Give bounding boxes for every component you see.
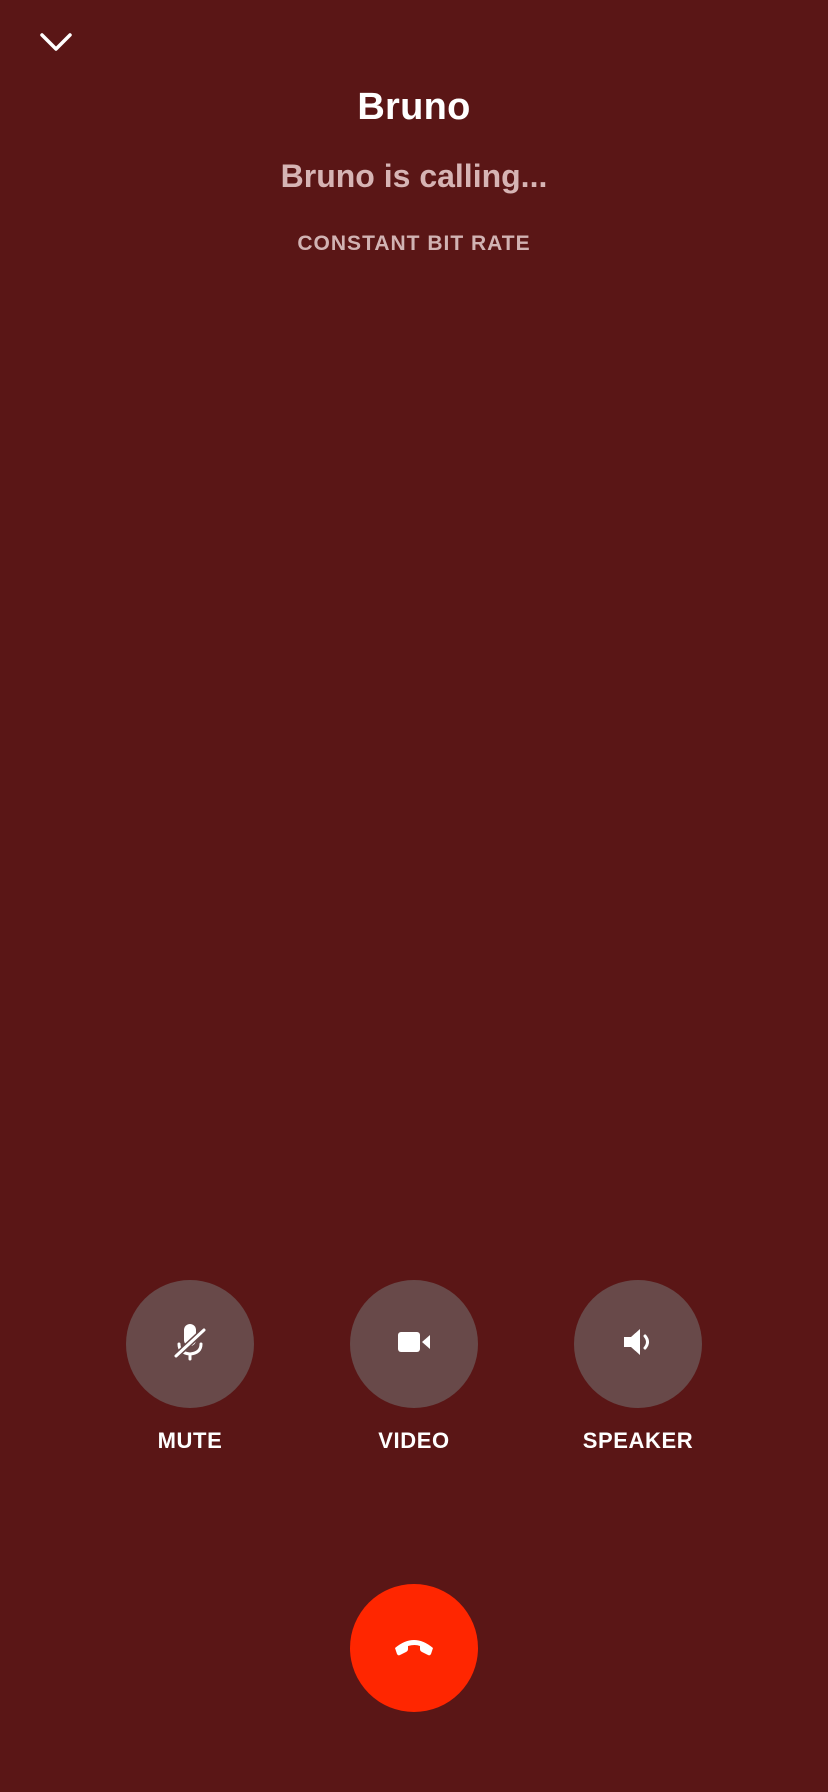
speaker-label: SPEAKER <box>582 1428 694 1453</box>
call-status: Bruno is calling... <box>280 158 548 194</box>
video-button[interactable] <box>350 1280 478 1408</box>
video-label: VIDEO <box>378 1428 450 1453</box>
speaker-control: SPEAKER <box>574 1280 702 1454</box>
video-camera-icon <box>394 1322 434 1367</box>
collapse-button[interactable] <box>30 22 82 66</box>
speaker-icon <box>618 1322 658 1367</box>
bitrate-label: CONSTANT BIT RATE <box>297 232 531 255</box>
mute-label: MUTE <box>157 1428 223 1453</box>
video-control: VIDEO <box>350 1280 478 1454</box>
caller-name: Bruno <box>357 86 471 128</box>
chevron-down-icon <box>39 31 73 58</box>
mute-button[interactable] <box>126 1280 254 1408</box>
speaker-button[interactable] <box>574 1280 702 1408</box>
mic-off-icon <box>170 1322 210 1367</box>
phone-hangup-icon <box>392 1634 436 1663</box>
mute-control: MUTE <box>126 1280 254 1454</box>
call-screen: Bruno Bruno is calling... CONSTANT BIT R… <box>0 0 828 1792</box>
hangup-button[interactable] <box>350 1584 478 1712</box>
